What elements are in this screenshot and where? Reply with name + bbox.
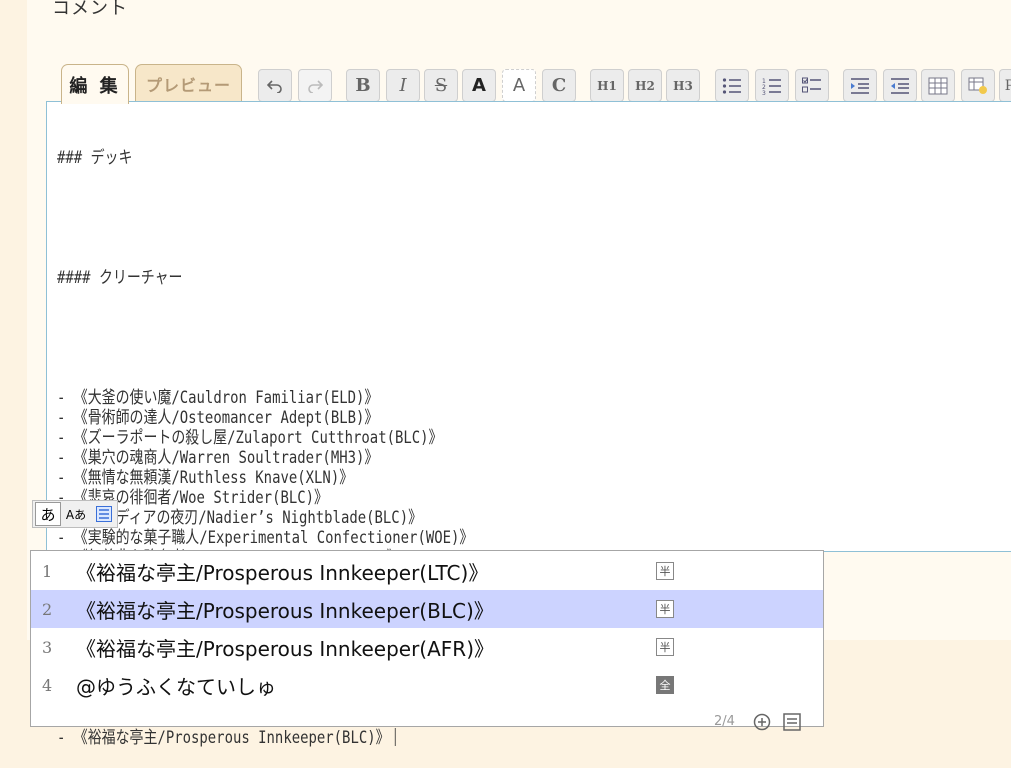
more-button[interactable]: P	[999, 69, 1011, 102]
candidate-number: 3	[42, 637, 53, 657]
indent-button[interactable]	[843, 69, 877, 102]
numbered-list-icon: 123	[762, 78, 781, 95]
candidate-item[interactable]: 1 《裕福な亭主/Prosperous Innkeeper(LTC)》 半	[31, 552, 823, 590]
section-label: コメント	[52, 0, 128, 19]
h3-button[interactable]: H3	[666, 69, 700, 102]
italic-button[interactable]: I	[386, 69, 420, 102]
image-icon	[968, 77, 987, 94]
svg-text:3: 3	[762, 90, 766, 95]
zoom-in-icon[interactable]	[753, 713, 771, 731]
candidate-width-badge: 半	[656, 562, 674, 580]
ime-list-button[interactable]	[91, 502, 117, 526]
editor-line: - 《裕福な亭主/Prosperous Innkeeper(BLC)》	[57, 728, 828, 748]
candidate-text: 《裕福な亭主/Prosperous Innkeeper(AFR)》	[76, 636, 494, 661]
ime-toolbar: あ Aあ	[32, 500, 118, 528]
candidate-number: 1	[42, 561, 53, 581]
image-button[interactable]	[961, 69, 995, 102]
table-button[interactable]	[921, 69, 955, 102]
tab-preview[interactable]: プレビュー	[135, 64, 242, 102]
editor-line-text: - 《大釜の使い魔/Cauldron Familiar(ELD)》	[57, 388, 379, 408]
outdent-icon	[891, 77, 909, 94]
list-icon	[96, 506, 112, 522]
candidate-list-icon[interactable]	[783, 713, 801, 731]
candidate-item[interactable]: 2 《裕福な亭主/Prosperous Innkeeper(BLC)》 半	[31, 590, 823, 628]
bg-color-button[interactable]: A	[502, 69, 536, 102]
editor-line: - 《大釜の使い魔/Cauldron Familiar(ELD)》	[57, 388, 828, 408]
editor-line: - 《無情な無頼漢/Ruthless Knave(XLN)》	[57, 468, 828, 488]
editor-heading-creature: #### クリーチャー	[57, 268, 183, 288]
ime-mode-button[interactable]: あ	[35, 502, 61, 526]
editor-line-text: - 《実験的な菓子職人/Experimental Confectioner(WO…	[57, 528, 474, 548]
candidate-number: 4	[42, 675, 53, 695]
bold-button[interactable]: B	[346, 69, 380, 102]
undo-button[interactable]	[258, 69, 292, 102]
bulleted-list-button[interactable]	[715, 69, 749, 102]
editor-line-text: - 《巣穴の魂商人/Warren Soultrader(MH3)》	[57, 448, 379, 468]
indent-icon	[851, 77, 869, 94]
table-icon	[928, 77, 948, 94]
font-color-button[interactable]: A	[462, 69, 496, 102]
editor-line: - 《ネイディアの夜刃/Nadier’s Nightblade(BLC)》	[57, 508, 828, 528]
outdent-button[interactable]	[883, 69, 917, 102]
numbered-list-button[interactable]: 123	[755, 69, 789, 102]
redo-button[interactable]	[298, 69, 332, 102]
editor-line: - 《巣穴の魂商人/Warren Soultrader(MH3)》	[57, 448, 828, 468]
candidate-width-badge: 半	[656, 600, 674, 618]
candidate-item[interactable]: 3 《裕福な亭主/Prosperous Innkeeper(AFR)》 半	[31, 628, 823, 666]
editor-line: - 《ズーラポートの殺し屋/Zulaport Cutthroat(BLC)》	[57, 428, 828, 448]
editor-heading-deck: ### デッキ	[57, 148, 133, 168]
clear-format-button[interactable]: C	[542, 69, 576, 102]
candidate-item[interactable]: 4 @ゆうふくなていしゅ 全	[31, 666, 823, 704]
strike-button[interactable]: S	[424, 69, 458, 102]
candidate-text: @ゆうふくなていしゅ	[76, 674, 276, 699]
editor-line: - 《悲哀の徘徊者/Woe Strider(BLC)》	[57, 488, 828, 508]
bulleted-list-icon	[722, 77, 741, 94]
ime-convert-button[interactable]: Aあ	[63, 502, 89, 526]
h1-button[interactable]: H1	[590, 69, 624, 102]
tab-edit[interactable]: 編 集	[61, 64, 129, 104]
checklist-button[interactable]	[795, 69, 829, 102]
editor-line-text: - 《裕福な亭主/Prosperous Innkeeper(BLC)》	[57, 728, 390, 748]
editor-line-text: - 《無情な無頼漢/Ruthless Knave(XLN)》	[57, 468, 354, 488]
candidate-text: 《裕福な亭主/Prosperous Innkeeper(LTC)》	[76, 560, 489, 585]
editor-line: - 《骨術師の達人/Osteomancer Adept(BLB)》	[57, 408, 828, 428]
candidate-width-badge: 半	[656, 638, 674, 656]
editor-line-text: - 《骨術師の達人/Osteomancer Adept(BLB)》	[57, 408, 379, 428]
redo-icon	[308, 79, 323, 93]
candidate-number: 2	[42, 599, 53, 619]
h2-button[interactable]: H2	[628, 69, 662, 102]
undo-icon	[267, 79, 282, 93]
candidate-text: 《裕福な亭主/Prosperous Innkeeper(BLC)》	[76, 598, 494, 623]
ime-candidate-window: 1 《裕福な亭主/Prosperous Innkeeper(LTC)》半 2 《裕福な…	[30, 550, 824, 731]
candidate-width-badge: 全	[656, 676, 674, 694]
editor-line: - 《実験的な菓子職人/Experimental Confectioner(WO…	[57, 528, 828, 548]
editor-line-text: - 《ズーラポートの殺し屋/Zulaport Cutthroat(BLC)》	[57, 428, 443, 448]
checklist-icon	[802, 77, 821, 92]
text-cursor	[394, 728, 396, 746]
